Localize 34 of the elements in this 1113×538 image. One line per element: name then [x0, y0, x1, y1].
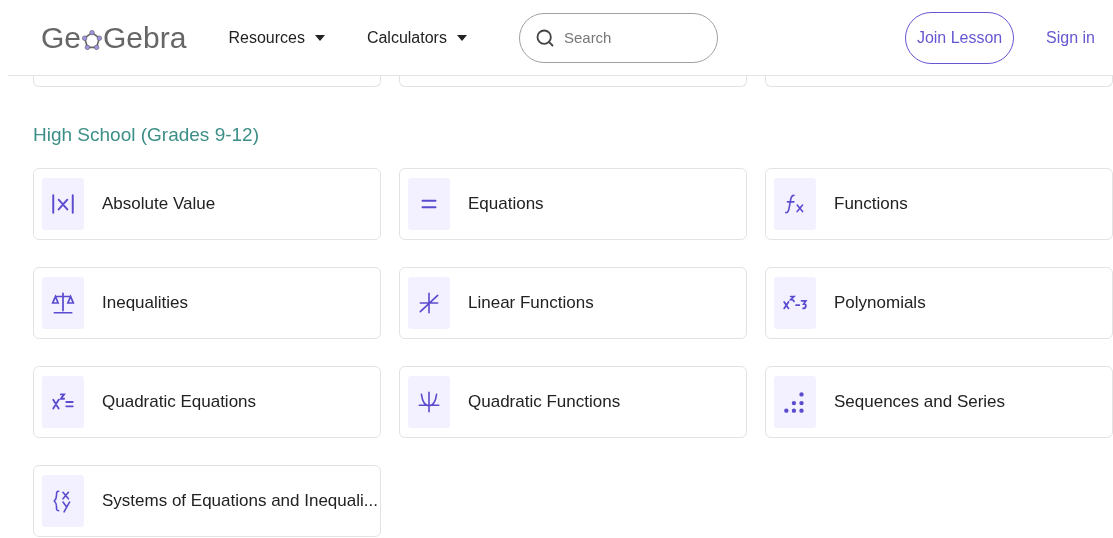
topic-card[interactable]: Equations — [399, 168, 747, 240]
search-icon — [534, 27, 555, 48]
scale-icon — [50, 290, 76, 316]
nav-menu-button[interactable]: Resources — [228, 25, 325, 50]
topic-label: Linear Functions — [468, 292, 594, 315]
topic-card[interactable]: Quadratic Functions — [399, 366, 747, 438]
topic-label: Quadratic Functions — [468, 391, 621, 414]
topic-label: Absolute Value — [102, 193, 216, 216]
topic-card[interactable]: Inequalities — [33, 267, 381, 339]
pentagon-logo-icon — [81, 28, 104, 51]
topic-card[interactable]: Polynomials — [765, 267, 1113, 339]
topic-card[interactable]: Quadratic Equations — [33, 366, 381, 438]
topic-label: Polynomials — [834, 292, 926, 315]
logo-text[interactable]: Gebra — [103, 22, 187, 53]
topic-label: Systems of Equations and Inequali... — [102, 490, 378, 513]
sign-in-link[interactable]: Sign in — [1046, 25, 1095, 50]
topic-label: Equations — [468, 193, 544, 216]
topic-card[interactable]: Systems of Equations and Inequali... — [33, 465, 381, 537]
topic-card[interactable]: Linear Functions — [399, 267, 747, 339]
nav-menu-button[interactable]: Calculators — [366, 25, 467, 50]
section-heading: High School (Grades 9-12) — [33, 125, 260, 144]
topic-label: Sequences and Series — [834, 391, 1006, 414]
topic-card[interactable]: Absolute Value — [33, 168, 381, 240]
absolute-value-icon — [50, 191, 76, 217]
caret-icon — [456, 34, 467, 41]
topic-label: Inequalities — [102, 292, 188, 315]
topic-card[interactable]: Functions — [765, 168, 1113, 240]
topic-label: Functions — [834, 193, 908, 216]
topic-card[interactable]: Sequences and Series — [765, 366, 1113, 438]
topic-label: Quadratic Equations — [102, 391, 257, 414]
search-field[interactable]: Search — [518, 12, 718, 63]
logo-text[interactable]: Ge — [41, 22, 82, 53]
parabola-icon — [416, 389, 442, 415]
caret-icon — [314, 34, 325, 41]
